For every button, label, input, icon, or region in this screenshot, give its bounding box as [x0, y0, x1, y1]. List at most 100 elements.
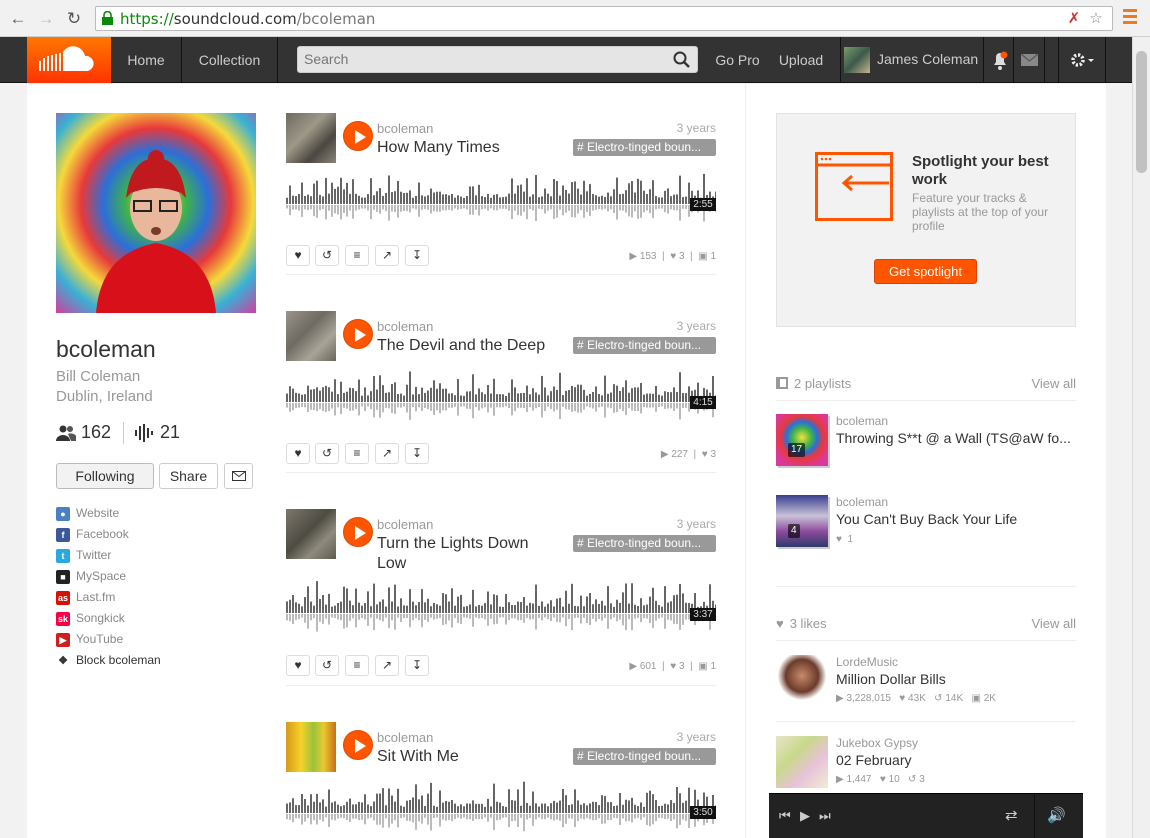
nav-collection[interactable]: Collection [182, 37, 278, 83]
share-track-button[interactable]: ↗ [375, 655, 399, 676]
add-to-playlist-button[interactable]: ≡ [345, 655, 369, 676]
user-menu[interactable]: James Coleman [840, 37, 984, 83]
track-title[interactable]: Sit With Me [377, 747, 557, 767]
waveform-bar [631, 583, 633, 613]
likes-count[interactable]: 3 likes [790, 616, 827, 631]
liked-track-user[interactable]: LordeMusic [836, 655, 898, 669]
liked-track-artwork[interactable] [776, 736, 828, 788]
track-tag[interactable]: # Electro-tinged boun... [573, 139, 716, 156]
previous-icon[interactable]: ⏮ [779, 808, 791, 824]
waveform-bar [286, 803, 288, 813]
reload-icon[interactable]: ↻ [64, 9, 84, 29]
upload-link[interactable]: Upload [769, 37, 833, 83]
repost-button[interactable]: ↺ [315, 655, 339, 676]
waveform-reflection-bar [439, 403, 441, 414]
track-title[interactable]: Turn the Lights Down Low [377, 534, 562, 574]
liked-track-artwork[interactable] [776, 655, 828, 707]
waveform-reflection-bar [535, 614, 537, 630]
browser-menu-icon[interactable] [1123, 9, 1137, 27]
waveform-reflection-bar [412, 614, 414, 621]
like-button[interactable]: ♥ [286, 245, 310, 266]
liked-track-title[interactable]: Million Dollar Bills [836, 671, 1076, 687]
play-button[interactable] [343, 121, 373, 151]
download-button[interactable]: ↧ [405, 655, 429, 676]
playlist-item[interactable]: 17 bcoleman Throwing S**t @ a Wall (TS@a… [776, 414, 1076, 466]
waveform-reflection-bar [460, 205, 462, 210]
scroll-thumb[interactable] [1136, 51, 1147, 173]
liked-track-item[interactable]: LordeMusic Million Dollar Bills ▶ 3,228,… [776, 655, 1076, 707]
repeat-icon[interactable]: ⇄ [1005, 806, 1018, 824]
repost-button[interactable]: ↺ [315, 443, 339, 464]
playlist-artwork[interactable]: 17 [776, 414, 828, 466]
waveform[interactable] [286, 777, 716, 837]
likes-view-all[interactable]: View all [1031, 616, 1076, 631]
forward-icon[interactable]: → [36, 9, 56, 29]
liked-track-title[interactable]: 02 February [836, 752, 1076, 768]
following-button[interactable]: Following [56, 463, 154, 489]
track-tag[interactable]: # Electro-tinged boun... [573, 535, 716, 552]
playlist-artwork[interactable]: 4 [776, 495, 828, 547]
track-user[interactable]: bcoleman [377, 517, 433, 532]
waveform[interactable] [286, 577, 716, 637]
play-icon[interactable]: ▶ [800, 808, 810, 824]
share-track-button[interactable]: ↗ [375, 443, 399, 464]
download-button[interactable]: ↧ [405, 245, 429, 266]
track-title[interactable]: How Many Times [377, 138, 557, 158]
page-scrollbar[interactable] [1132, 37, 1150, 838]
go-pro-link[interactable]: Go Pro [706, 37, 769, 83]
track-tag[interactable]: # Electro-tinged boun... [573, 748, 716, 765]
followers-count[interactable]: 162 [81, 422, 111, 443]
play-button[interactable] [343, 730, 373, 760]
playlist-title[interactable]: Throwing S**t @ a Wall (TS@aW fo... [836, 430, 1076, 446]
track-artwork[interactable] [286, 509, 336, 559]
search-icon[interactable] [673, 51, 691, 69]
playlists-view-all[interactable]: View all [1031, 376, 1076, 391]
tracks-count[interactable]: 21 [160, 422, 180, 443]
playlist-item[interactable]: 4 bcoleman You Can't Buy Back Your Life … [776, 495, 1076, 547]
search-bar[interactable] [297, 46, 698, 73]
share-button[interactable]: Share [159, 463, 218, 489]
blocked-popup-icon[interactable]: ✗ [1066, 11, 1082, 27]
nav-home[interactable]: Home [111, 37, 182, 83]
play-button[interactable] [343, 319, 373, 349]
repost-button[interactable]: ↺ [315, 245, 339, 266]
soundcloud-logo[interactable] [27, 37, 111, 83]
volume-icon[interactable]: 🔊 [1047, 806, 1066, 824]
track-artwork[interactable] [286, 722, 336, 772]
next-icon[interactable]: ⏭ [819, 808, 831, 824]
get-spotlight-button[interactable]: Get spotlight [874, 259, 977, 284]
share-track-button[interactable]: ↗ [375, 245, 399, 266]
track-artwork[interactable] [286, 113, 336, 163]
track-user[interactable]: bcoleman [377, 730, 433, 745]
add-to-playlist-button[interactable]: ≡ [345, 245, 369, 266]
bookmark-star-icon[interactable]: ☆ [1088, 11, 1104, 27]
track-user[interactable]: bcoleman [377, 319, 433, 334]
settings-button[interactable] [1058, 37, 1106, 83]
waveform[interactable] [286, 366, 716, 426]
track-tag[interactable]: # Electro-tinged boun... [573, 337, 716, 354]
liked-track-user[interactable]: Jukebox Gypsy [836, 736, 918, 750]
message-button[interactable] [224, 463, 253, 489]
waveform-reflection-bar [598, 205, 600, 210]
liked-track-item[interactable]: Jukebox Gypsy 02 February ▶ 1,447 ♥ 10 ↺… [776, 736, 1076, 788]
download-button[interactable]: ↧ [405, 443, 429, 464]
address-bar[interactable]: https://soundcloud.com/bcoleman ✗ ☆ [95, 6, 1113, 31]
playlist-user[interactable]: bcoleman [836, 414, 888, 428]
back-icon[interactable]: ← [8, 9, 28, 29]
play-button[interactable] [343, 517, 373, 547]
like-button[interactable]: ♥ [286, 443, 310, 464]
playlist-title[interactable]: You Can't Buy Back Your Life [836, 511, 1076, 527]
track-user[interactable]: bcoleman [377, 121, 433, 136]
waveform-reflection-bar [472, 814, 474, 821]
like-button[interactable]: ♥ [286, 655, 310, 676]
playlist-user[interactable]: bcoleman [836, 495, 888, 509]
add-to-playlist-button[interactable]: ≡ [345, 443, 369, 464]
waveform[interactable] [286, 168, 716, 228]
track-artwork[interactable] [286, 311, 336, 361]
waveform-reflection-bar [403, 403, 405, 407]
notifications-button[interactable] [984, 37, 1014, 83]
search-input[interactable] [304, 51, 664, 67]
track-title[interactable]: The Devil and the Deep [377, 336, 577, 356]
playlists-count[interactable]: 2 playlists [794, 376, 851, 391]
messages-button[interactable] [1014, 37, 1045, 83]
